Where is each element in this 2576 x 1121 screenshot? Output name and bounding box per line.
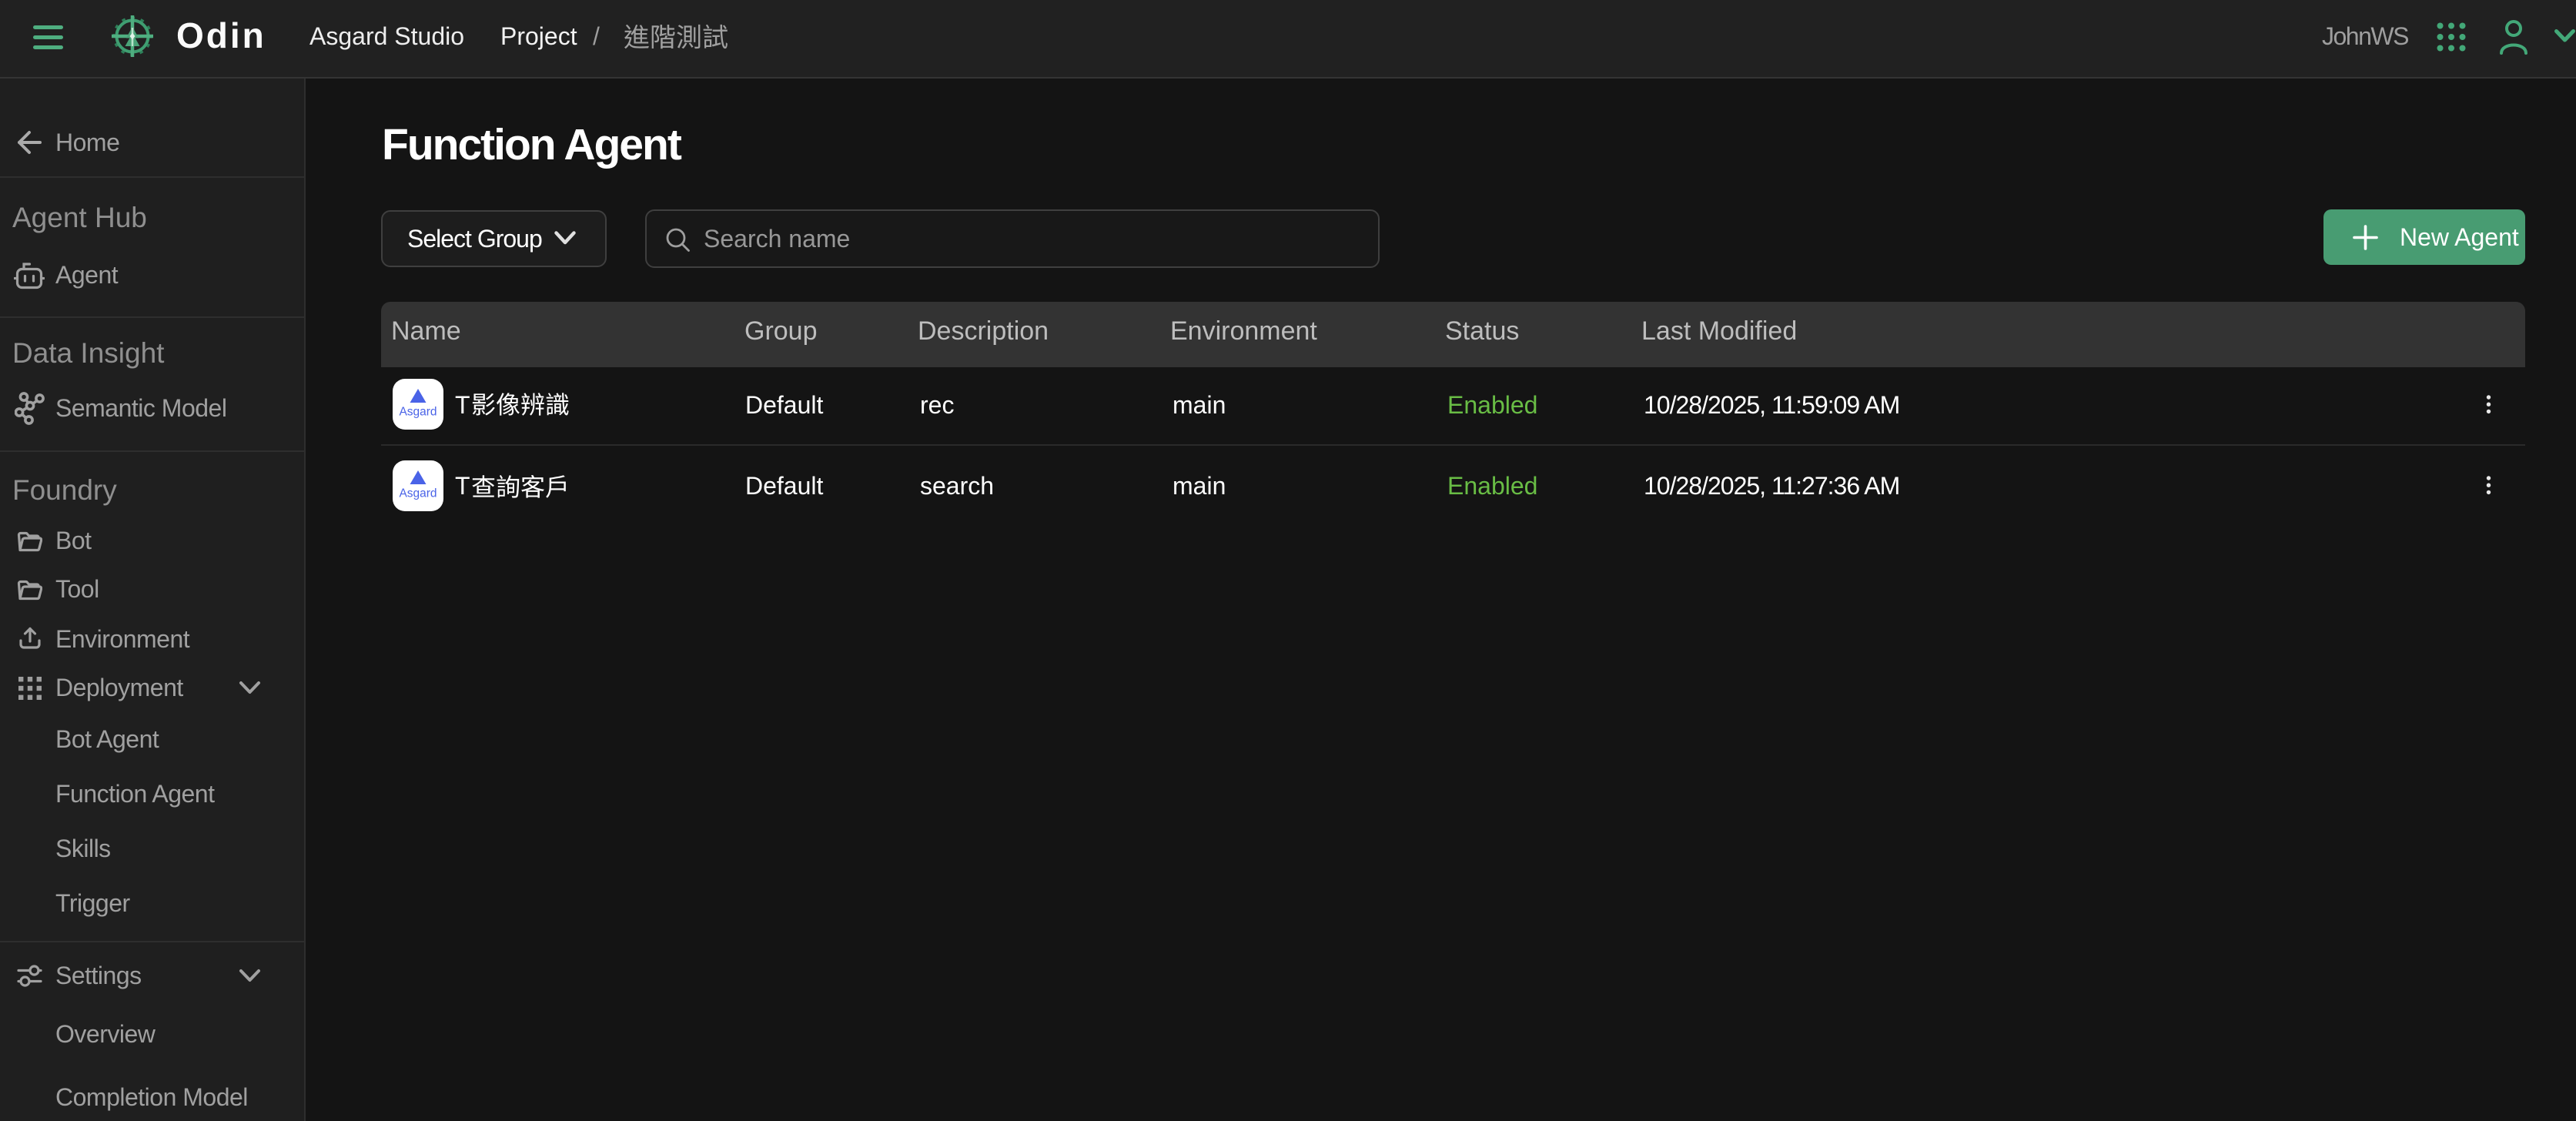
svg-text:Asgard: Asgard: [399, 487, 437, 500]
svg-text:Asgard: Asgard: [399, 406, 437, 419]
